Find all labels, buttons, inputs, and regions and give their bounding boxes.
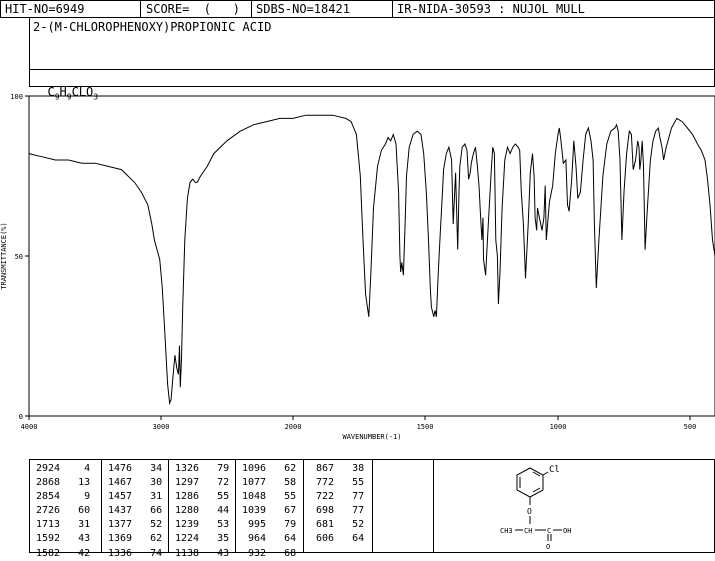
- peak-table-row: 1280 44: [175, 505, 230, 517]
- peak-table-row: 698 77: [310, 505, 365, 517]
- y-tick-label: 100: [10, 93, 23, 101]
- peak-table-row: 1138 43: [175, 547, 230, 559]
- peak-table-row: 772 55: [310, 477, 365, 489]
- ir-spectrum-chart: 100500 4000 3000 2000 1500 1000 500 TRANSMITT…: [0, 93, 715, 441]
- peak-table-column: 1326 79 1297 72 1286 55 1280 44 1239 53 1224 …: [175, 462, 229, 561]
- x-axis-label: WAVENUMBER(-1): [342, 433, 401, 441]
- peak-table-row: 2924 4: [36, 463, 91, 474]
- peak-table-column: 1096 62 1077 58 1048 55 1039 67 995 79 964 …: [242, 462, 296, 561]
- y-tick-label: 50: [15, 253, 23, 261]
- peak-table-row: 995 79: [242, 519, 297, 531]
- spectrum-line: [28, 114, 715, 406]
- x-tick-label: 2000: [285, 423, 302, 431]
- peak-table-row: 2868 13: [36, 477, 91, 489]
- peak-table-row: 1377 52: [108, 519, 163, 531]
- peak-table-row: 1336 74: [108, 547, 163, 559]
- peak-table-row: 1437 66: [108, 505, 163, 517]
- peak-table-row: 681 52: [310, 519, 365, 531]
- peak-table-row: 722 77: [310, 491, 365, 503]
- y-axis-label: TRANSMITTANCE(%): [0, 222, 8, 289]
- peak-table-row: 1476 34: [108, 463, 163, 474]
- peak-table-row: 1224 35: [175, 533, 230, 545]
- peak-table-column: 867 38 772 55 722 77 698 77 681 52 606 6…: [310, 462, 364, 547]
- peak-table-col-divider-4: [303, 459, 304, 553]
- peak-table-row: 1592 43: [36, 533, 91, 545]
- x-tick-label: 4000: [21, 423, 38, 431]
- x-tick-label: 1500: [417, 423, 434, 431]
- peak-table-row: 1239 53: [175, 519, 230, 531]
- peak-table-row: 1467 30: [108, 477, 163, 489]
- peak-table-row: 1326 79: [175, 463, 230, 474]
- peak-table-row: 867 38: [310, 463, 365, 474]
- peak-table-row: 1582 42: [36, 547, 91, 559]
- y-tick-label: 0: [19, 413, 23, 421]
- peak-table-row: 2854 9: [36, 491, 91, 503]
- peak-table-row: 606 64: [310, 533, 365, 545]
- peak-table-row: 1369 62: [108, 533, 163, 545]
- x-tick-label: 1000: [550, 423, 567, 431]
- peak-table-col-divider-6: [433, 459, 434, 553]
- peak-table-row: 1077 58: [242, 477, 297, 489]
- peak-table-row: 1048 55: [242, 491, 297, 503]
- peak-table-row: 1457 31: [108, 491, 163, 503]
- peak-table-row: 964 64: [242, 533, 297, 545]
- peak-table-column: 1476 34 1467 30 1457 31 1437 66 1377 52 1369 …: [108, 462, 162, 561]
- peak-table-row: 1297 72: [175, 477, 230, 489]
- peak-table-col-divider-3: [235, 459, 236, 553]
- peak-table-col-divider-5: [372, 459, 373, 553]
- peak-table-row: 1713 31: [36, 519, 91, 531]
- peak-table-row: 1286 55: [175, 491, 230, 503]
- peak-table-row: 1096 62: [242, 463, 297, 474]
- peak-table-row: 2726 60: [36, 505, 91, 517]
- peak-table-col-divider-2: [168, 459, 169, 553]
- peak-table-column: 2924 4 2868 13 2854 9 2726 60 1713 31 1592 43…: [36, 462, 90, 561]
- peak-table-col-divider-1: [101, 459, 102, 553]
- x-tick-label: 3000: [153, 423, 170, 431]
- peak-table-row: 1039 67: [242, 505, 297, 517]
- peak-table-row: 932 68: [242, 547, 297, 559]
- x-tick-label: 500: [684, 423, 697, 431]
